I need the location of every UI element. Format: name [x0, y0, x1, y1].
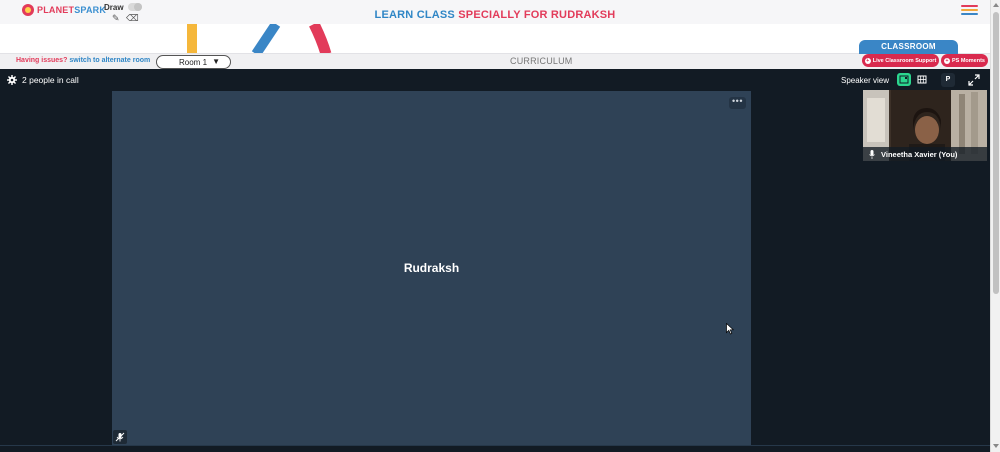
chevron-down-icon: ▼ [212, 57, 220, 66]
self-name-label: Vineetha Xavier (You) [863, 147, 987, 161]
curriculum-tab[interactable]: CURRICULUM [510, 56, 573, 66]
mic-muted-glyph [115, 432, 125, 442]
speaker-view-label: Speaker view [841, 76, 890, 85]
page-title: LEARN CLASS SPECIALLY FOR RUDRAKSH [0, 9, 990, 21]
scroll-up-arrow-icon[interactable] [993, 3, 999, 7]
menu-icon[interactable] [961, 5, 978, 16]
menu-line-blue [961, 13, 978, 15]
video-call-area: 2 people in call Speaker view P ••• Rudr… [0, 69, 990, 445]
main-video-tile[interactable]: ••• Rudraksh [112, 91, 751, 445]
fullscreen-icon[interactable] [968, 74, 980, 86]
scrollbar-thumb[interactable] [993, 12, 999, 294]
room-select-value: Room 1 [179, 57, 208, 67]
classroom-tab[interactable]: CLASSROOM [859, 40, 958, 54]
issues-text: Having issues? switch to alternate room [16, 57, 150, 64]
decorative-arcs [187, 24, 332, 54]
grid-layout-icon [917, 75, 927, 84]
main-participant-name: Rudraksh [403, 261, 460, 275]
speaker-view-button[interactable] [897, 73, 911, 86]
vertical-scrollbar[interactable] [990, 0, 1000, 452]
switch-room-link[interactable]: switch to alternate room [69, 57, 150, 64]
ps-moments-label: PS Moments [951, 57, 985, 64]
app-window: PLANETSPARK Draw ✎ ⌫ LEARN CLASS SPECIAL… [0, 0, 1000, 452]
plus-icon: + [864, 57, 871, 64]
issues-label: Having issues? [16, 57, 68, 64]
mouse-cursor-icon [726, 323, 734, 335]
deco-arc-blue [251, 24, 281, 54]
room-select[interactable]: Room 1 ▼ [156, 55, 231, 69]
self-participant-name: Vineetha Xavier (You) [881, 149, 958, 159]
call-header: 2 people in call Speaker view P [0, 69, 990, 91]
room-bar: Having issues? switch to alternate room … [0, 53, 990, 69]
gear-icon[interactable] [7, 75, 17, 85]
title-part1: LEARN CLASS [374, 9, 455, 21]
scroll-down-arrow-icon[interactable] [993, 444, 999, 448]
plus-icon: + [943, 57, 950, 64]
live-support-label: Live Classroom Support [872, 57, 937, 64]
self-video-tile[interactable]: Vineetha Xavier (You) [863, 90, 987, 161]
participant-p-button[interactable]: P [941, 73, 955, 87]
bottom-strip [0, 445, 990, 452]
speaker-layout-icon [899, 75, 909, 84]
menu-line-red [961, 5, 978, 7]
top-header: PLANETSPARK Draw ✎ ⌫ LEARN CLASS SPECIAL… [0, 0, 990, 24]
live-support-button[interactable]: + Live Classroom Support [862, 54, 939, 67]
deco-arc-red [309, 24, 332, 54]
mic-muted-icon [113, 430, 127, 444]
title-part2: SPECIALLY FOR RUDRAKSH [458, 9, 616, 21]
menu-line-orange [961, 9, 978, 11]
people-count: 2 people in call [22, 75, 79, 85]
mic-icon [869, 149, 875, 159]
ps-moments-button[interactable]: + PS Moments [941, 54, 988, 67]
more-options-icon[interactable]: ••• [729, 97, 746, 109]
grid-view-button[interactable] [915, 73, 929, 86]
